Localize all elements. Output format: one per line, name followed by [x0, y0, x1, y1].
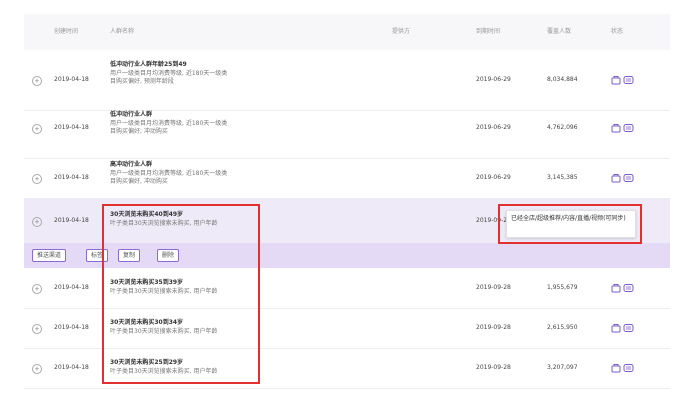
expire-date: 2019-06-29	[476, 124, 511, 131]
lock-icon[interactable]	[611, 324, 621, 333]
crowd-name-cell: 低冲动行业人群年龄25到49 用户一级类目月均消费等级, 近180天一级类 目购…	[110, 61, 227, 87]
message-icon[interactable]	[623, 364, 634, 372]
row-action-bar: 推送渠道 标签 复制 删除	[24, 243, 670, 268]
created-date: 2019-04-18	[54, 174, 89, 181]
coverage-count: 1,955,679	[547, 284, 578, 291]
expire-date: 2019-09-28	[476, 364, 511, 371]
crowd-name-cell: 30天浏览未购买30到34岁 叶子类目30天浏览搜索未购买, 用户年龄	[110, 319, 217, 336]
crowd-desc: 目购买偏好, 冲动购买	[110, 178, 168, 185]
crowd-desc: 用户一级类目月均消费等级, 近180天一级类	[110, 119, 228, 127]
crowd-title[interactable]: 30天浏览未购买25到29岁	[110, 359, 217, 368]
crowd-name-cell: 低冲动行业人群 用户一级类目月均消费等级, 近180天一级类 目购买偏好, 冲动…	[110, 111, 227, 137]
table-row[interactable]: + 2019-04-18 30天浏览未购买35到39岁 叶子类目30天浏览搜索未…	[24, 268, 670, 309]
copy-button[interactable]: 复制	[118, 249, 141, 262]
push-channel-button[interactable]: 推送渠道	[32, 249, 67, 262]
expire-date: 2019-06-29	[476, 76, 511, 83]
crowd-desc: 用户一级类目月均消费等级, 近180天一级类	[110, 69, 228, 77]
created-date: 2019-04-18	[54, 324, 89, 331]
expand-icon[interactable]: +	[32, 124, 42, 134]
table-header: 创建时间 人群名称 提供方 到期时间 覆盖人数 状态	[24, 14, 670, 50]
table-row[interactable]: + 2019-04-18 30天浏览未购买25到29岁 叶子类目30天浏览搜索未…	[24, 348, 670, 389]
created-date: 2019-04-18	[54, 364, 89, 371]
sync-tooltip: 已经全店/超级推荐/内容/直播/视频(可同步)	[506, 210, 636, 238]
coverage-count: 3,145,385	[547, 174, 578, 181]
coverage-count: 4,762,096	[547, 124, 578, 131]
expand-icon[interactable]: +	[32, 324, 42, 334]
status-actions	[611, 323, 635, 333]
created-date: 2019-04-18	[54, 76, 89, 83]
header-expire: 到期时间	[476, 28, 501, 35]
lock-icon[interactable]	[611, 124, 621, 133]
crowd-title[interactable]: 高冲动行业人群	[110, 161, 227, 170]
status-actions	[611, 363, 635, 373]
expand-icon[interactable]: +	[32, 174, 42, 184]
crowd-name-cell: 30天浏览未购买35到39岁 叶子类目30天浏览搜索未购买, 用户年龄	[110, 279, 217, 296]
crowd-desc: 叶子类目30天浏览搜索未购买, 用户年龄	[110, 327, 218, 335]
expire-date: 2019-09-28	[476, 324, 511, 331]
crowd-name-cell: 高冲动行业人群 用户一级类目月均消费等级, 近180天一级类 目购买偏好, 冲动…	[110, 161, 227, 187]
expand-icon[interactable]: +	[32, 76, 42, 86]
expand-icon[interactable]: +	[32, 284, 42, 294]
expire-date: 2019-09-28	[476, 284, 511, 291]
status-actions	[611, 173, 635, 183]
status-actions	[611, 123, 635, 133]
header-coverage: 覆盖人数	[547, 28, 572, 35]
coverage-count: 2,615,950	[547, 324, 578, 331]
lock-icon[interactable]	[611, 174, 621, 183]
coverage-count: 3,207,097	[547, 364, 578, 371]
header-status: 状态	[611, 28, 624, 35]
crowd-desc: 目购买偏好, 冲动购买	[110, 128, 168, 135]
message-icon[interactable]	[623, 174, 634, 182]
table-row[interactable]: + 2019-04-18 30天浏览未购买30到34岁 叶子类目30天浏览搜索未…	[24, 308, 670, 349]
created-date: 2019-04-18	[54, 124, 89, 131]
crowd-desc: 叶子类目30天浏览搜索未购买, 用户年龄	[110, 219, 218, 227]
crowd-desc: 叶子类目30天浏览搜索未购买, 用户年龄	[110, 287, 218, 295]
crowd-title[interactable]: 低冲动行业人群年龄25到49	[110, 61, 227, 70]
lock-icon[interactable]	[611, 364, 621, 373]
crowd-title[interactable]: 低冲动行业人群	[110, 111, 227, 120]
crowd-title[interactable]: 30天浏览未购买30到34岁	[110, 319, 217, 328]
expire-date: 2019-06-29	[476, 174, 511, 181]
crowd-desc: 目购买偏好, 预测年龄段	[110, 78, 174, 85]
crowd-title[interactable]: 30天浏览未购买35到39岁	[110, 279, 217, 288]
expand-icon[interactable]: +	[32, 216, 42, 227]
message-icon[interactable]	[623, 76, 634, 84]
lock-icon[interactable]	[611, 76, 621, 85]
message-icon[interactable]	[623, 124, 634, 132]
message-icon[interactable]	[623, 324, 634, 332]
message-icon[interactable]	[623, 284, 634, 292]
created-date: 2019-04-18	[54, 216, 89, 224]
coverage-count: 8,034,884	[547, 76, 578, 83]
header-provider: 提供方	[392, 28, 411, 35]
status-actions	[611, 283, 635, 293]
header-name: 人群名称	[110, 28, 135, 35]
status-actions	[611, 75, 635, 85]
lock-icon[interactable]	[611, 284, 621, 293]
delete-button[interactable]: 删除	[157, 249, 180, 262]
tag-button[interactable]: 标签	[86, 249, 109, 262]
created-date: 2019-04-18	[54, 284, 89, 291]
crowd-desc: 叶子类目30天浏览搜索未购买, 用户年龄	[110, 367, 218, 375]
crowd-name-cell: 30天浏览未购买25到29岁 叶子类目30天浏览搜索未购买, 用户年龄	[110, 359, 217, 376]
header-created: 创建时间	[54, 28, 79, 35]
crowd-name-cell: 30天浏览未购买40到49岁 叶子类目30天浏览搜索未购买, 用户年龄	[110, 211, 217, 228]
expand-icon[interactable]: +	[32, 364, 42, 374]
crowd-title[interactable]: 30天浏览未购买40到49岁	[110, 211, 217, 220]
crowd-desc: 用户一级类目月均消费等级, 近180天一级类	[110, 169, 228, 177]
